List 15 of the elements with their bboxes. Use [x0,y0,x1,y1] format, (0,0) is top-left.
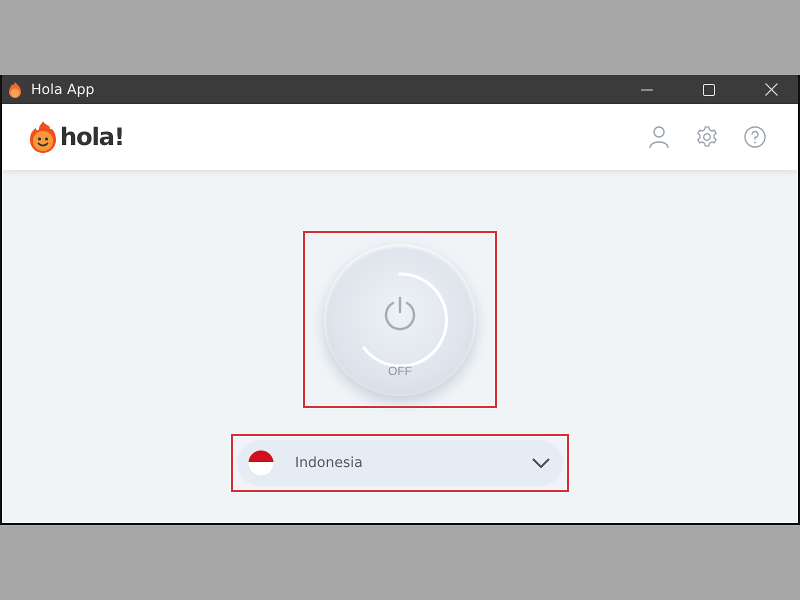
logo-text: hola! [60,123,124,151]
flame-logo-icon [7,80,23,98]
maximize-icon [703,84,715,96]
window-title: Hola App [31,82,96,98]
settings-icon [696,126,718,148]
power-status-label: OFF [388,364,412,378]
person-icon [649,125,669,149]
help-icon [744,126,766,148]
flame-face-icon [28,120,58,154]
flag-icon [247,449,275,477]
country-dropdown[interactable]: Indonesia [237,440,563,486]
minimize-icon [641,88,653,90]
help-button[interactable] [742,124,768,150]
close-icon [764,83,778,96]
chevron-icon [531,457,551,469]
